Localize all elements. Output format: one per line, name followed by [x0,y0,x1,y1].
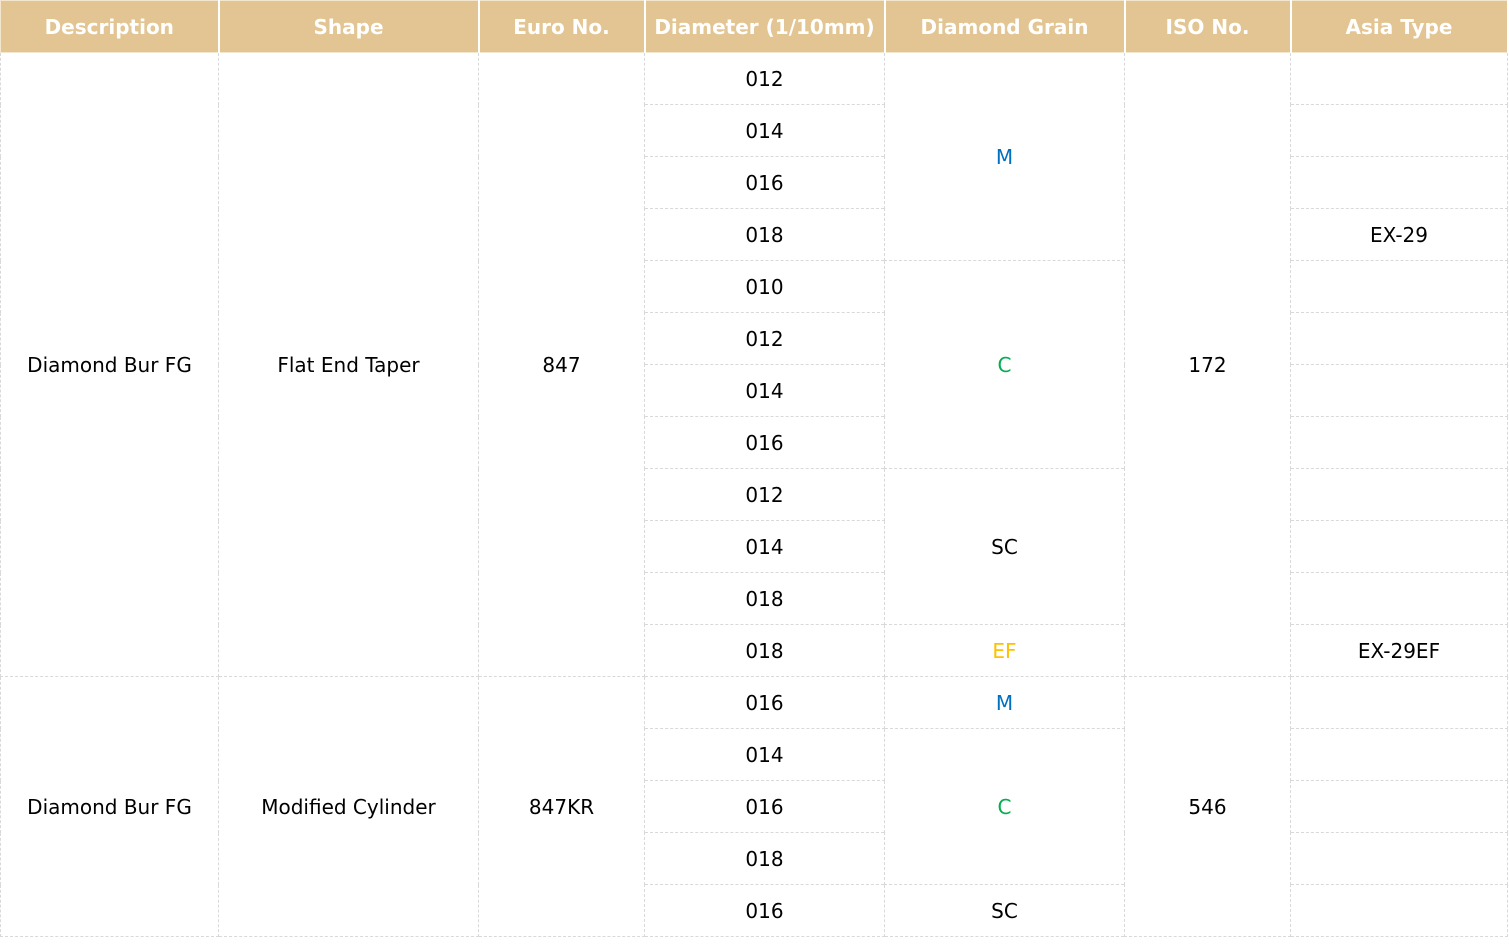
column-header-shape: Shape [218,0,480,53]
column-header-iso-no: ISO No. [1124,0,1292,53]
column-header-euro-no: Euro No. [478,0,646,53]
column-header-diameter: Diameter (1/10mm) [644,0,886,53]
diameter-cell: 014 [644,104,885,157]
column-header-asia-type: Asia Type [1290,0,1509,53]
asia-type-cell [1290,260,1508,313]
diamond-grain-cell: SC [884,468,1125,625]
description-cell: Diamond Bur FG [0,676,219,937]
asia-type-cell [1290,468,1508,521]
asia-type-cell [1290,364,1508,417]
diameter-cell: 010 [644,260,885,313]
diameter-cell: 016 [644,156,885,209]
diameter-cell: 012 [644,52,885,105]
diamond-grain-cell: EF [884,624,1125,677]
diameter-cell: 016 [644,780,885,833]
table-body: Diamond Bur FG Flat End Taper 847 012 M 172 01… [0,52,1508,937]
diameter-cell: 016 [644,416,885,469]
shape-cell: Flat End Taper [218,52,479,677]
euro-no-cell: 847KR [478,676,645,937]
diameter-cell: 012 [644,468,885,521]
diameter-cell: 014 [644,520,885,573]
column-header-diamond-grain: Diamond Grain [884,0,1126,53]
diamond-grain-cell: M [884,52,1125,261]
column-header-description: Description [0,0,220,53]
diameter-cell: 016 [644,676,885,729]
euro-no-cell: 847 [478,52,645,677]
diameter-cell: 018 [644,624,885,677]
diameter-cell: 018 [644,572,885,625]
asia-type-cell: EX-29EF [1290,624,1508,677]
asia-type-cell [1290,156,1508,209]
header-row: Description Shape Euro No. Diameter (1/1… [0,0,1509,53]
asia-type-cell [1290,832,1508,885]
diameter-cell: 012 [644,312,885,365]
asia-type-cell [1290,416,1508,469]
diameter-cell: 018 [644,208,885,261]
diameter-cell: 016 [644,884,885,937]
asia-type-cell [1290,884,1508,937]
diameter-cell: 014 [644,364,885,417]
asia-type-cell [1290,312,1508,365]
diamond-grain-cell: M [884,676,1125,729]
asia-type-cell [1290,780,1508,833]
diamond-grain-cell: SC [884,884,1125,937]
diameter-cell: 014 [644,728,885,781]
asia-type-cell [1290,520,1508,573]
shape-cell: Modified Cylinder [218,676,479,937]
asia-type-cell [1290,676,1508,729]
bur-spec-table: Description Shape Euro No. Diameter (1/1… [0,0,1509,937]
iso-no-cell: 172 [1124,52,1291,677]
asia-type-cell [1290,572,1508,625]
asia-type-cell [1290,104,1508,157]
diamond-grain-cell: C [884,260,1125,469]
table-row: Diamond Bur FG Flat End Taper 847 012 M 172 [0,52,1508,677]
diamond-grain-cell: C [884,728,1125,885]
diameter-cell: 018 [644,832,885,885]
iso-no-cell: 546 [1124,676,1291,937]
table-row: Diamond Bur FG Modified Cylinder 847KR 016 M… [0,676,1508,937]
asia-type-cell: EX-29 [1290,208,1508,261]
asia-type-cell [1290,728,1508,781]
description-cell: Diamond Bur FG [0,52,219,677]
asia-type-cell [1290,52,1508,105]
